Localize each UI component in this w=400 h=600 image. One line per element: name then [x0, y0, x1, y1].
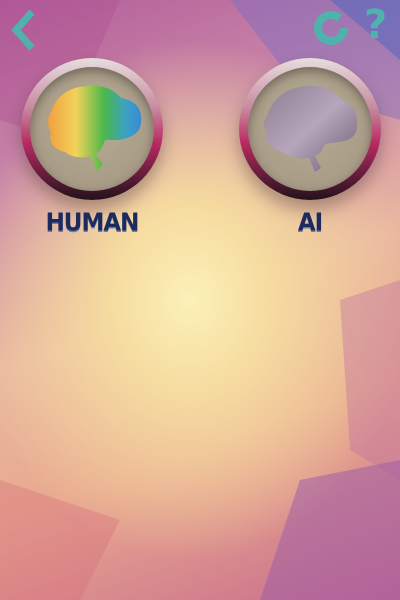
colorful-brain-icon [48, 85, 142, 172]
gray-brain-icon [264, 85, 358, 172]
ai-label: AI [297, 208, 323, 238]
help-button[interactable]: ? [364, 2, 387, 48]
human-label: HUMAN [45, 208, 140, 238]
restart-button[interactable] [312, 9, 350, 51]
restart-ring-icon [314, 11, 348, 45]
human-choice-button[interactable] [21, 58, 163, 200]
question-mark-icon: ? [364, 2, 388, 48]
chevron-left-icon [11, 9, 35, 51]
back-button[interactable] [8, 8, 38, 56]
ai-choice-button[interactable] [239, 58, 381, 200]
